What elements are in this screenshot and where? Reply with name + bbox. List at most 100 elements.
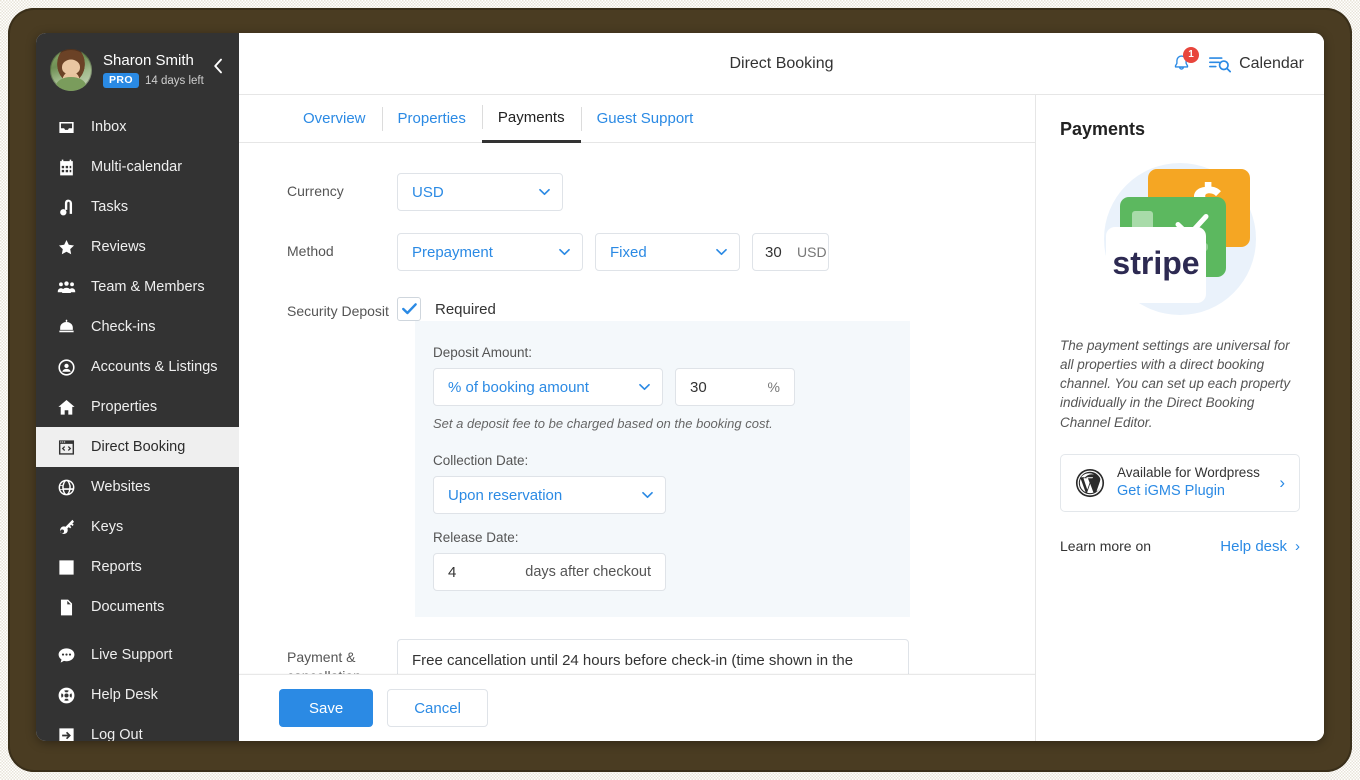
cancel-button[interactable]: Cancel [387, 689, 488, 727]
sidebar-item-check-ins[interactable]: Check-ins [36, 307, 239, 347]
deposit-type-value: % of booking amount [448, 378, 589, 396]
collection-date-value: Upon reservation [448, 486, 563, 504]
sidebar-item-inbox[interactable]: Inbox [36, 107, 239, 147]
deposit-type-select[interactable]: % of booking amount [433, 368, 663, 406]
release-days-suffix: days after checkout [525, 564, 651, 580]
sidebar-item-help-desk[interactable]: Help Desk [36, 675, 239, 715]
sidebar-item-websites[interactable]: Websites [36, 467, 239, 507]
sidebar-item-label: Keys [91, 519, 124, 535]
sidebar-collapse-button[interactable] [207, 55, 229, 77]
notifications-button[interactable]: 1 [1169, 46, 1200, 76]
method-mode-select[interactable]: Fixed [595, 233, 740, 271]
chevron-right-icon: › [1295, 537, 1300, 555]
sidebar-item-label: Accounts & Listings [91, 359, 218, 375]
help-desk-link[interactable]: Help desk › [1220, 538, 1300, 555]
sidebar-item-team-members[interactable]: Team & Members [36, 267, 239, 307]
sidebar-item-tasks[interactable]: Tasks [36, 187, 239, 227]
stripe-wordmark: stripe [1112, 245, 1199, 281]
sidebar-item-reviews[interactable]: Reviews [36, 227, 239, 267]
logout-icon [54, 726, 78, 741]
release-days-input[interactable] [434, 563, 520, 581]
vacuum-icon [54, 198, 78, 217]
save-button[interactable]: Save [279, 689, 374, 727]
wordpress-icon [1075, 468, 1105, 497]
calendar-search-icon [1209, 56, 1232, 72]
method-amount-input[interactable] [753, 243, 791, 261]
security-deposit-required-row: Required [397, 293, 910, 321]
user-circle-icon [54, 358, 78, 377]
sidebar-item-label: Inbox [91, 119, 127, 135]
bar-chart-icon [54, 558, 78, 577]
top-bar: Direct Booking 1 Calendar [239, 33, 1324, 95]
people-icon [54, 278, 78, 297]
page-title: Direct Booking [729, 54, 834, 72]
avatar [50, 49, 92, 91]
form-footer: Save Cancel [239, 674, 1035, 741]
wordpress-card-link[interactable]: Get iGMS Plugin [1117, 482, 1267, 502]
method-mode-value: Fixed [610, 243, 647, 261]
sidebar-item-label: Check-ins [91, 319, 156, 335]
chat-bubble-icon [54, 646, 78, 665]
sidebar-item-documents[interactable]: Documents [36, 587, 239, 627]
sidebar-item-keys[interactable]: Keys [36, 507, 239, 547]
help-desk-link-label: Help desk [1220, 537, 1287, 555]
chevron-down-icon [716, 248, 727, 256]
globe-icon [54, 478, 78, 497]
code-window-icon [54, 438, 78, 457]
key-icon [54, 518, 78, 537]
security-deposit-row: Security Deposit Required Deposit Amount… [239, 293, 1035, 617]
security-deposit-checkbox-label: Required [435, 300, 496, 318]
sidebar-item-label: Log Out [91, 727, 143, 741]
learn-more-label: Learn more on [1060, 538, 1152, 555]
body-row: Overview Properties Payments Guest Suppo… [239, 95, 1324, 741]
star-icon [54, 238, 78, 257]
document-icon [54, 598, 78, 617]
deposit-amount-field[interactable]: % [675, 368, 795, 406]
method-type-select[interactable]: Prepayment [397, 233, 583, 271]
bell-desk-icon [54, 318, 78, 337]
tab-guest-support[interactable]: Guest Support [580, 96, 710, 142]
chevron-down-icon [539, 188, 550, 196]
tab-payments[interactable]: Payments [481, 94, 581, 143]
sidebar-item-label: Reviews [91, 239, 146, 255]
deposit-amount-input[interactable] [676, 378, 762, 396]
currency-row: Currency USD [239, 173, 1035, 211]
sidebar-item-label: Live Support [91, 647, 173, 663]
sidebar-item-accounts-listings[interactable]: Accounts & Listings [36, 347, 239, 387]
user-profile[interactable]: Sharon Smith PRO 14 days left [36, 33, 239, 105]
house-icon [54, 398, 78, 417]
wordpress-plugin-card[interactable]: Available for Wordpress Get iGMS Plugin … [1060, 453, 1300, 512]
payments-form: Currency USD Method Prepayment Fixed 30 … [239, 143, 1035, 741]
sidebar-item-live-support[interactable]: Live Support [36, 635, 239, 675]
currency-select[interactable]: USD [397, 173, 563, 211]
sidebar-item-direct-booking[interactable]: Direct Booking [36, 427, 239, 467]
currency-label: Currency [287, 183, 344, 199]
check-icon [401, 303, 417, 315]
sidebar-nav: Inbox Multi-calendar Tasks Reviews Team … [36, 107, 239, 741]
sidebar-item-label: Direct Booking [91, 439, 186, 455]
tab-properties[interactable]: Properties [381, 96, 482, 142]
collection-date-select[interactable]: Upon reservation [433, 476, 666, 514]
sidebar-item-label: Tasks [91, 199, 129, 215]
method-amount-field[interactable]: USD [752, 233, 829, 271]
sidebar-item-label: Properties [91, 399, 158, 415]
chevron-left-icon [214, 58, 222, 74]
sidebar-item-reports[interactable]: Reports [36, 547, 239, 587]
release-days-field[interactable]: days after checkout [433, 553, 666, 591]
tab-overview[interactable]: Overview [287, 96, 382, 142]
deposit-hint: Set a deposit fee to be charged based on… [433, 416, 773, 431]
sidebar-item-multi-calendar[interactable]: Multi-calendar [36, 147, 239, 187]
security-deposit-checkbox[interactable] [397, 297, 421, 321]
sidebar-item-properties[interactable]: Properties [36, 387, 239, 427]
right-panel-title: Payments [1060, 119, 1146, 139]
calendar-button[interactable]: Calendar [1209, 55, 1304, 73]
collection-date-label: Collection Date: [433, 453, 529, 468]
trial-days-left: 14 days left [144, 74, 204, 87]
sidebar-item-label: Multi-calendar [91, 159, 183, 175]
method-row: Method Prepayment Fixed 30 USD [239, 233, 1035, 271]
calendar-button-label: Calendar [1239, 54, 1304, 72]
sidebar-item-log-out[interactable]: Log Out [36, 715, 239, 741]
stripe-cards-illustration: stripe [1060, 150, 1300, 328]
pro-badge: PRO [103, 72, 139, 89]
app-window: Sharon Smith PRO 14 days left Inbox Mult… [36, 33, 1324, 741]
